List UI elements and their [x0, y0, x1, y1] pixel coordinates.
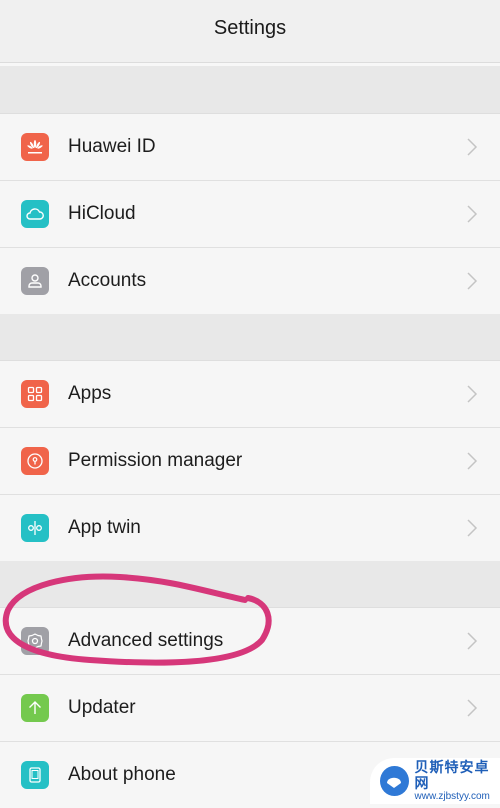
settings-item-label: HiCloud	[68, 203, 136, 225]
section-divider	[0, 561, 500, 608]
chevron-right-icon	[466, 631, 478, 651]
shell-logo-icon	[380, 766, 409, 796]
settings-item-label: Huawei ID	[68, 136, 156, 158]
settings-item-label: Advanced settings	[68, 630, 223, 652]
person-icon	[21, 267, 49, 295]
section-divider	[0, 314, 500, 361]
chevron-right-icon	[466, 204, 478, 224]
chevron-right-icon	[466, 698, 478, 718]
apps-grid-icon	[21, 380, 49, 408]
chevron-right-icon	[466, 271, 478, 291]
chevron-right-icon	[466, 451, 478, 471]
chevron-right-icon	[466, 518, 478, 538]
cloud-icon	[21, 200, 49, 228]
settings-item-updater[interactable]: Updater	[0, 675, 500, 742]
page-title: Settings	[214, 17, 286, 40]
gear-icon	[21, 627, 49, 655]
settings-item-hicloud[interactable]: HiCloud	[0, 181, 500, 248]
settings-item-huawei-id[interactable]: Huawei ID	[0, 114, 500, 181]
settings-item-label: About phone	[68, 764, 176, 786]
section-divider	[0, 66, 500, 114]
settings-group-account: Huawei ID HiCloud Accounts	[0, 114, 500, 314]
settings-item-label: Apps	[68, 383, 111, 405]
chevron-right-icon	[466, 384, 478, 404]
settings-item-apps[interactable]: Apps	[0, 361, 500, 428]
settings-item-label: Accounts	[68, 270, 146, 292]
settings-item-label: Updater	[68, 697, 136, 719]
lock-icon	[21, 447, 49, 475]
phone-icon	[21, 761, 49, 789]
settings-item-label: Permission manager	[68, 450, 242, 472]
arrow-up-icon	[21, 694, 49, 722]
settings-item-app-twin[interactable]: App twin	[0, 495, 500, 561]
settings-item-advanced-settings[interactable]: Advanced settings	[0, 608, 500, 675]
app-twin-icon	[21, 514, 49, 542]
app-header: Settings	[0, 0, 500, 63]
settings-item-accounts[interactable]: Accounts	[0, 248, 500, 314]
chevron-right-icon	[466, 137, 478, 157]
settings-item-permission-manager[interactable]: Permission manager	[0, 428, 500, 495]
watermark-title: 贝斯特安卓网	[415, 760, 500, 791]
huawei-logo-icon	[21, 133, 49, 161]
settings-item-label: App twin	[68, 517, 141, 539]
watermark: 贝斯特安卓网 www.zjbstyy.com	[370, 758, 500, 804]
settings-group-apps: Apps Permission manager App twin	[0, 361, 500, 561]
watermark-url: www.zjbstyy.com	[415, 791, 500, 802]
